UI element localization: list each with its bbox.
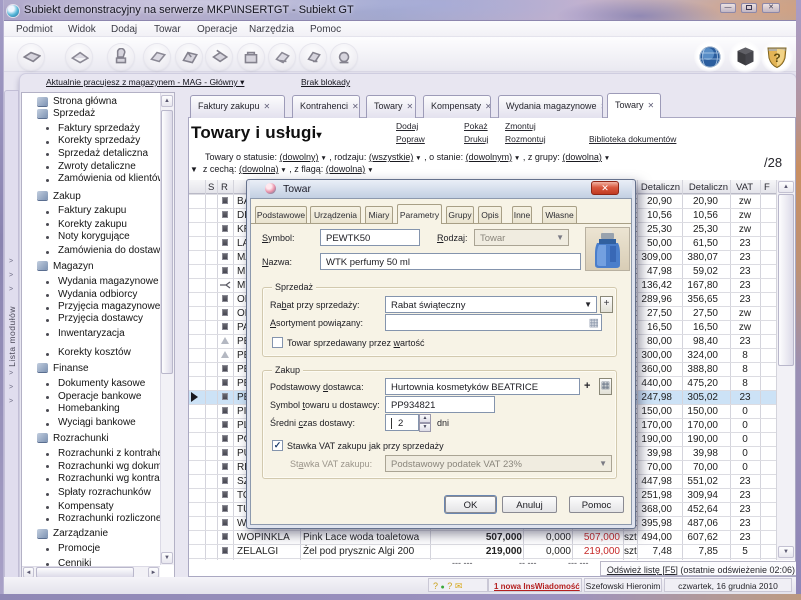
svg-text:?: ? (773, 51, 780, 65)
